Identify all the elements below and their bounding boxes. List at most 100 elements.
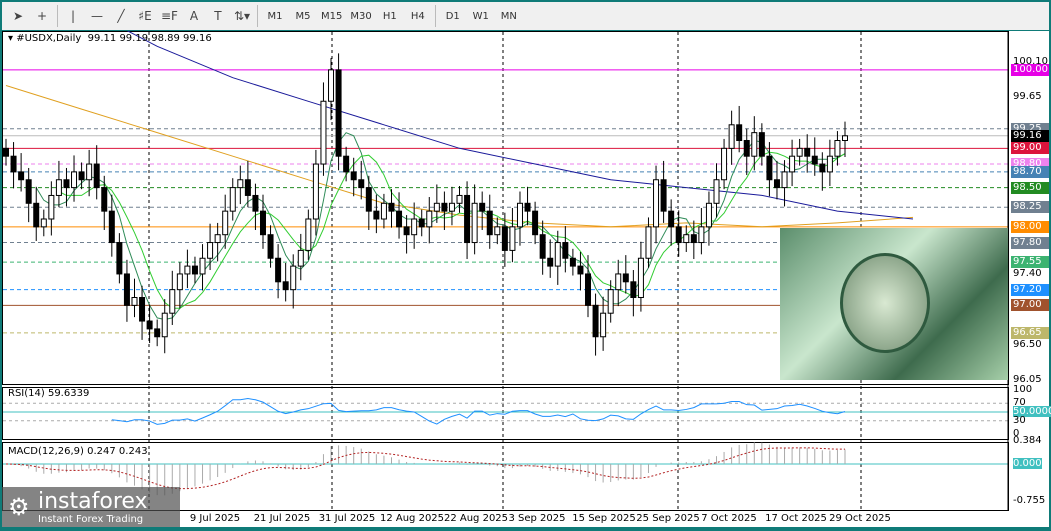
candle-body [199,257,206,275]
candle-body [282,281,289,291]
candle-body [33,202,40,228]
candle-body [607,289,614,314]
rsi-tick: 100 [1013,384,1033,395]
candle-body [562,242,569,259]
date-label: 9 Jul 2025 [189,513,241,524]
logo-gear-icon: ⚙ [8,493,30,521]
chart-title: ▾ #USDX,Daily 99.11 99.19 98.89 99.16 [8,33,212,44]
symbol-label: #USDX,Daily [16,33,82,44]
timeframe-m30[interactable]: M30 [346,5,375,27]
chart-window[interactable]: ▾ #USDX,Daily 99.11 99.19 98.89 99.16 RS… [2,31,1051,527]
candle-body [297,249,304,267]
candle-body [123,273,130,306]
candle-body [86,163,93,181]
candle-body [222,210,229,236]
price-tag: 98.00 [1011,220,1049,233]
candle-body [773,179,780,189]
candle-body [380,202,387,220]
candle-body [275,257,282,283]
timeframe-h4[interactable]: H4 [404,5,432,27]
candle-body [237,179,244,189]
candle-body [622,273,629,283]
text-label-icon[interactable]: T [206,5,230,27]
date-label: 21 Jul 2025 [253,513,311,524]
candle-body [335,69,342,157]
candle-body [577,265,584,275]
price-tag: 98.70 [1011,165,1049,178]
price-tag: 98.25 [1011,201,1049,214]
crosshair-icon[interactable]: + [30,5,54,27]
candle-body [464,194,471,244]
candle-body [116,242,123,275]
candle-body [592,304,599,338]
arrows-icon[interactable]: ⇅▾ [230,5,254,27]
candle-body [441,202,448,212]
timeframe-h1[interactable]: H1 [376,5,404,27]
candle-body [252,194,259,212]
candle-body [683,234,690,244]
candle-body [169,289,176,314]
timeframe-m1[interactable]: M1 [261,5,289,27]
candle-body [690,234,697,244]
candle-body [55,179,62,196]
candle-body [811,155,818,165]
candle-body [819,163,826,173]
candle-body [585,273,592,306]
trendline-icon[interactable]: ╱ [109,5,133,27]
candle-body [547,257,554,267]
candle-body [207,242,214,259]
candle-body [826,155,833,173]
candle-body [154,328,161,338]
candle-body [3,147,9,157]
text-icon[interactable]: A [182,5,206,27]
vertical-line-icon[interactable]: | [61,5,85,27]
toolbar-separator [257,5,259,27]
fibo-fan-icon[interactable]: ≡F [157,5,182,27]
timeframe-d1[interactable]: D1 [439,5,467,27]
macd-label: MACD(12,26,9) 0.247 0.243 [8,446,148,457]
timeframe-mn[interactable]: MN [495,5,523,27]
price-tick: 99.65 [1013,91,1042,103]
date-label: 3 Sep 2025 [508,513,566,524]
candle-body [532,210,539,236]
candle-body [494,226,501,236]
candle-body [660,179,667,212]
horizontal-line-icon[interactable]: — [85,5,109,27]
candle-body [758,132,765,157]
date-label: 15 Sep 2025 [572,513,636,524]
candle-body [358,179,365,189]
rsi-label: RSI(14) 59.6339 [8,388,90,399]
candle-body [751,132,758,157]
price-tick: 100.10 [1013,56,1048,67]
candle-body [25,179,32,204]
timeframe-m5[interactable]: M5 [289,5,317,27]
candle-body [10,155,17,173]
candle-body [698,226,705,244]
candle-body [191,265,198,275]
candle-body [653,179,660,228]
candle-body [290,265,297,291]
date-label: 17 Oct 2025 [765,513,827,524]
instaforex-logo: ⚙ instaforex Instant Forex Trading [2,487,180,527]
candle-body [388,202,395,212]
candle-body [796,147,803,157]
date-label: 12 Aug 2025 [379,513,445,524]
candle-body [259,210,266,236]
candle-body [131,297,138,306]
candle-body [705,202,712,228]
candle-body [365,187,372,212]
price-tag: 97.00 [1011,299,1049,312]
candle-body [78,171,85,181]
dollar-bill-image [780,228,1008,380]
candle-body [229,187,236,212]
macd-tick: -0.755 [1013,495,1046,506]
candle-body [615,273,622,291]
candle-body [600,312,607,338]
cursor-icon[interactable]: ➤ [6,5,30,27]
timeframe-m15[interactable]: M15 [317,5,346,27]
candle-body [479,202,486,212]
timeframe-w1[interactable]: W1 [467,5,495,27]
candle-body [93,163,100,189]
price-tag: 99.00 [1011,142,1049,155]
fibonacci-icon[interactable]: ♯E [133,5,157,27]
